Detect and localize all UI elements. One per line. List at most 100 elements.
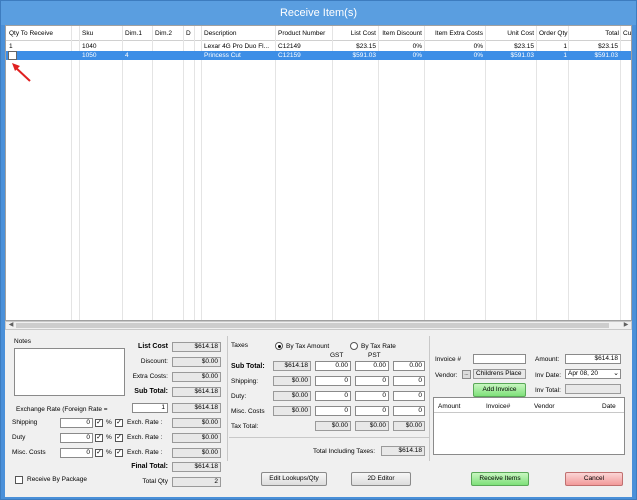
notes-textarea[interactable] [14, 348, 125, 396]
qty-edit-box[interactable] [8, 51, 17, 60]
misc-exch-field: $0.00 [172, 448, 221, 458]
misc-gst-input[interactable]: 0 [315, 406, 351, 416]
exchange-rate-label: Exchange Rate (Foreign Rate = [16, 406, 108, 413]
invoice-list-header-vendor[interactable]: Vendor [534, 403, 555, 410]
grid-line [485, 26, 486, 320]
items-grid[interactable]: Qty To Receive Sku Dim.1 Dim.2 D Descrip… [5, 25, 632, 321]
inv-date-picker[interactable]: Apr 08, 20 ⌄ [565, 369, 621, 379]
duty-extra-input[interactable]: 0 [393, 391, 425, 401]
duty-percent-input[interactable]: 0 [60, 433, 93, 443]
invoice-list-header-invoice[interactable]: Invoice# [486, 403, 510, 410]
tax-sub-total-field: $614.18 [273, 361, 311, 371]
sub-total-extra-input[interactable]: 0.00 [393, 361, 425, 371]
grid-line [378, 26, 379, 320]
invoice-number-input[interactable] [473, 354, 526, 364]
misc-checkbox[interactable]: ✓ [95, 449, 103, 457]
exchange-rate-input[interactable]: 1 [132, 403, 168, 413]
grid-line [620, 26, 621, 320]
invoice-list[interactable]: Amount Invoice# Vendor Date [433, 397, 625, 455]
cell-list-cost[interactable]: $23.15 [333, 42, 378, 51]
sub-total-pst-input[interactable]: 0.00 [355, 361, 389, 371]
col-cu[interactable]: Cu [621, 26, 631, 41]
shipping-checkbox[interactable]: ✓ [95, 419, 103, 427]
amount-input[interactable]: $614.18 [565, 354, 621, 364]
cell-dim2[interactable] [153, 42, 183, 51]
cell-product-number[interactable]: C12159 [276, 51, 332, 60]
col-total[interactable]: Total [569, 26, 621, 41]
cell-list-cost[interactable]: $591.03 [333, 51, 378, 60]
cell-dim1[interactable]: 4 [123, 51, 153, 60]
cell-total[interactable]: $23.15 [569, 42, 620, 51]
col-dim1[interactable]: Dim.1 [123, 26, 153, 41]
cell-order-qty[interactable]: 1 [537, 51, 569, 60]
col-sku[interactable]: Sku [80, 26, 122, 41]
col-item-discount[interactable]: Item Discount [379, 26, 424, 41]
table-row-selected[interactable]: 1050 4 Princess Cut C12159 $591.03 0% 0%… [6, 51, 631, 60]
table-row[interactable]: 1 1040 Lexar 4G Pro Duo Fl... C12149 $23… [6, 42, 631, 51]
grid-line [275, 26, 276, 320]
tax-duty-label: Duty: [231, 393, 247, 400]
misc-percent-input[interactable]: 0 [60, 448, 93, 458]
shipping-exch-field: $0.00 [172, 418, 221, 428]
col-dim2[interactable]: Dim.2 [153, 26, 183, 41]
col-description[interactable]: Description [202, 26, 275, 41]
shipping-extra-input[interactable]: 0 [393, 376, 425, 386]
cell-total[interactable]: $591.03 [569, 51, 620, 60]
duty-gst-input[interactable]: 0 [315, 391, 351, 401]
receive-by-package-checkbox[interactable] [15, 476, 23, 484]
chevron-down-icon[interactable]: ⌄ [613, 370, 619, 378]
horizontal-scrollbar[interactable]: ◀ ▶ [5, 321, 632, 330]
cell-qty[interactable] [18, 51, 71, 60]
cell-sku[interactable]: 1050 [80, 51, 122, 60]
misc-extra-input[interactable]: 0 [393, 406, 425, 416]
by-tax-amount-label: By Tax Amount [286, 343, 330, 350]
cell-product-number[interactable]: C12149 [276, 42, 332, 51]
cell-item-discount[interactable]: 0% [379, 42, 424, 51]
shipping-exch-checkbox[interactable]: ✓ [115, 419, 123, 427]
duty-exch-checkbox[interactable]: ✓ [115, 434, 123, 442]
col-qty-to-receive[interactable]: Qty To Receive [7, 26, 71, 41]
cell-item-extra-costs[interactable]: 0% [425, 51, 485, 60]
red-arrow-annotation-icon [12, 63, 31, 82]
cell-qty[interactable]: 1 [7, 42, 71, 51]
invoice-list-header-amount[interactable]: Amount [438, 403, 460, 410]
shipping-percent-input[interactable]: 0 [60, 418, 93, 428]
scroll-left-icon[interactable]: ◀ [7, 322, 15, 329]
scroll-right-icon[interactable]: ▶ [622, 322, 630, 329]
invoice-list-header-date[interactable]: Date [602, 403, 616, 410]
shipping-gst-input[interactable]: 0 [315, 376, 351, 386]
cell-unit-cost[interactable]: $591.03 [486, 51, 536, 60]
col-unit-cost[interactable]: Unit Cost [486, 26, 536, 41]
cell-item-extra-costs[interactable]: 0% [425, 42, 485, 51]
cell-dim1[interactable] [123, 42, 153, 51]
by-tax-rate-radio[interactable] [350, 342, 358, 350]
vendor-lookup-button[interactable]: ... [462, 370, 471, 379]
tax-shipping-label: Shipping: [231, 378, 259, 385]
add-invoice-button[interactable]: Add Invoice [473, 383, 526, 397]
cancel-button[interactable]: Cancel [565, 472, 623, 486]
edit-lookups-button[interactable]: Edit Lookups/Qty [261, 472, 327, 486]
cell-description[interactable]: Princess Cut [202, 51, 275, 60]
shipping-pst-input[interactable]: 0 [355, 376, 389, 386]
col-dim3[interactable]: D [184, 26, 194, 41]
cell-order-qty[interactable]: 1 [537, 42, 569, 51]
misc-pst-input[interactable]: 0 [355, 406, 389, 416]
grid-line [152, 26, 153, 320]
col-item-extra-costs[interactable]: Item Extra Costs [425, 26, 485, 41]
duty-checkbox[interactable]: ✓ [95, 434, 103, 442]
sub-total-gst-input[interactable]: 0.00 [315, 361, 351, 371]
duty-pst-input[interactable]: 0 [355, 391, 389, 401]
cell-description[interactable]: Lexar 4G Pro Duo Fl... [202, 42, 275, 51]
by-tax-amount-radio[interactable] [275, 342, 283, 350]
cell-sku[interactable]: 1040 [80, 42, 122, 51]
col-order-qty[interactable]: Order Qty [537, 26, 569, 41]
cell-item-discount[interactable]: 0% [379, 51, 424, 60]
2d-editor-button[interactable]: 2D Editor [351, 472, 411, 486]
misc-exch-checkbox[interactable]: ✓ [115, 449, 123, 457]
cell-unit-cost[interactable]: $23.15 [486, 42, 536, 51]
receive-items-button[interactable]: Receive Items [471, 472, 529, 486]
col-list-cost[interactable]: List Cost [333, 26, 378, 41]
cell-dim2[interactable] [153, 51, 183, 60]
col-product-number[interactable]: Product Number [276, 26, 332, 41]
scrollbar-thumb[interactable] [16, 323, 609, 328]
